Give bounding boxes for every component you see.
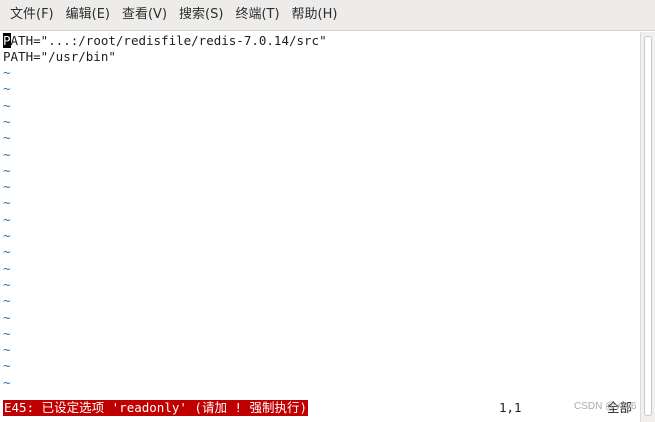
vim-status-line: E45: 已设定选项 'readonly' (请加 ! 强制执行) 1,1 全部 [3, 400, 639, 416]
empty-line-marker: ~ [3, 276, 11, 292]
empty-line-marker: ~ [3, 97, 11, 113]
menu-edit[interactable]: 编辑(E) [60, 4, 116, 26]
empty-line-marker: ~ [3, 146, 11, 162]
cursor-position: 1,1 [499, 400, 522, 415]
empty-line-marker: ~ [3, 293, 11, 309]
scrollbar-thumb[interactable] [644, 36, 652, 416]
empty-line-marker: ~ [3, 325, 11, 341]
terminal-window: 文件(F) 编辑(E) 查看(V) 搜索(S) 终端(T) 帮助(H) PATH… [0, 0, 655, 422]
menu-terminal[interactable]: 终端(T) [229, 4, 285, 26]
empty-line-marker: ~ [3, 309, 11, 325]
empty-line-marker: ~ [3, 342, 11, 358]
empty-line-marker: ~ [3, 113, 11, 129]
empty-line-marker: ~ [3, 211, 11, 227]
error-message: E45: 已设定选项 'readonly' (请加 ! 强制执行) [3, 400, 309, 416]
empty-line-marker: ~ [3, 179, 11, 195]
empty-line-marker: ~ [3, 162, 11, 178]
editor-line-2: PATH="/usr/bin" [3, 49, 116, 64]
vertical-scrollbar[interactable] [640, 32, 655, 422]
menu-help[interactable]: 帮助(H) [286, 4, 344, 26]
empty-line-marker: ~ [3, 81, 11, 97]
menu-file[interactable]: 文件(F) [4, 4, 60, 26]
terminal-text-area[interactable]: PATH="...:/root/redisfile/redis-7.0.14/s… [0, 32, 640, 422]
empty-line-marker: ~ [3, 358, 11, 374]
empty-line-marker: ~ [3, 130, 11, 146]
empty-line-marker: ~ [3, 65, 11, 80]
empty-line-marker: ~ [3, 374, 11, 390]
empty-line-marker: ~ [3, 195, 11, 211]
menu-view[interactable]: 查看(V) [116, 4, 173, 26]
watermark: CSDN @v7v6 [574, 401, 637, 412]
editor-line-1-text: ATH="...:/root/redisfile/redis-7.0.14/sr… [10, 33, 327, 48]
empty-line-marker: ~ [3, 228, 11, 243]
empty-line-marker: ~ [3, 244, 11, 260]
editor-line-1: PATH="...:/root/redisfile/redis-7.0.14/s… [3, 33, 327, 49]
empty-line-marker: ~ [3, 260, 11, 276]
text-cursor: P [3, 33, 11, 48]
menu-search[interactable]: 搜索(S) [173, 4, 229, 26]
menubar: 文件(F) 编辑(E) 查看(V) 搜索(S) 终端(T) 帮助(H) [0, 0, 655, 31]
